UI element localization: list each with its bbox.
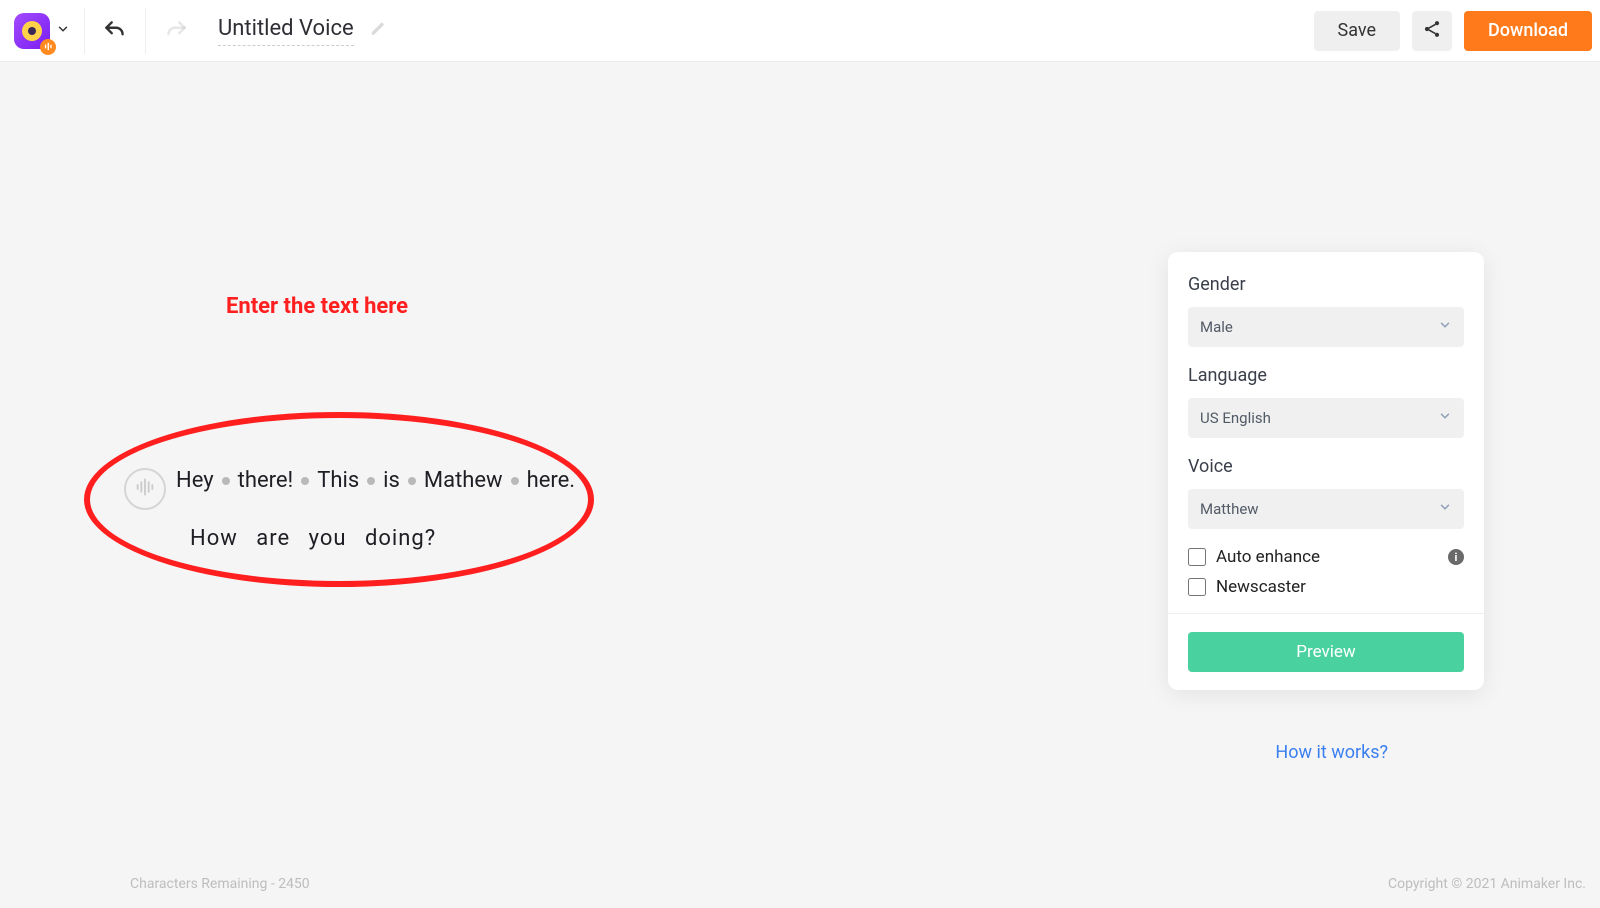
voice-label: Voice — [1188, 456, 1464, 477]
preview-button[interactable]: Preview — [1188, 632, 1464, 672]
gender-value: Male — [1200, 318, 1233, 336]
workspace: Enter the text here Hey there! This is M… — [0, 62, 1600, 908]
redo-button[interactable] — [154, 9, 198, 53]
chevron-down-icon — [1438, 500, 1452, 518]
text-line-1[interactable]: Hey there! This is Mathew here. — [176, 468, 575, 493]
share-button[interactable] — [1412, 11, 1452, 51]
pencil-icon[interactable] — [370, 21, 386, 41]
token: is — [383, 468, 400, 493]
language-select[interactable]: US English — [1188, 398, 1464, 438]
share-icon — [1422, 19, 1442, 43]
characters-remaining: Characters Remaining - 2450 — [130, 876, 310, 892]
app-logo[interactable] — [14, 13, 50, 49]
logo-menu-chevron[interactable] — [56, 21, 70, 40]
token: there! — [238, 468, 294, 493]
newscaster-checkbox[interactable] — [1188, 578, 1206, 596]
pause-dot[interactable] — [301, 477, 309, 485]
text-line-2[interactable]: How are you doing? — [190, 526, 436, 551]
project-title[interactable]: Untitled Voice — [218, 16, 354, 46]
pause-dot[interactable] — [408, 477, 416, 485]
gender-select[interactable]: Male — [1188, 307, 1464, 347]
waveform-icon — [134, 476, 156, 502]
newscaster-label: Newscaster — [1216, 577, 1306, 597]
undo-button[interactable] — [93, 9, 137, 53]
panel-separator — [1168, 613, 1484, 614]
chevron-down-icon — [1438, 318, 1452, 336]
voice-settings-panel: Gender Male Language US English Voice Ma… — [1168, 252, 1484, 690]
auto-enhance-label: Auto enhance — [1216, 547, 1320, 567]
chevron-down-icon — [1438, 409, 1452, 427]
auto-enhance-checkbox[interactable] — [1188, 548, 1206, 566]
play-line-button[interactable] — [124, 468, 166, 510]
info-icon[interactable]: i — [1448, 549, 1464, 565]
top-bar: Untitled Voice Save Download — [0, 0, 1600, 62]
separator — [145, 8, 146, 54]
copyright: Copyright © 2021 Animaker Inc. — [1388, 876, 1586, 892]
pause-dot[interactable] — [367, 477, 375, 485]
voice-select[interactable]: Matthew — [1188, 489, 1464, 529]
pause-dot[interactable] — [511, 477, 519, 485]
separator — [84, 8, 85, 54]
token: Mathew — [424, 468, 503, 493]
token: here. — [527, 468, 576, 493]
language-label: Language — [1188, 365, 1464, 386]
language-value: US English — [1200, 409, 1271, 427]
annotation-label: Enter the text here — [226, 294, 408, 319]
how-it-works-link[interactable]: How it works? — [1275, 742, 1388, 763]
token: This — [317, 468, 359, 493]
auto-enhance-row: Auto enhance i — [1188, 547, 1464, 567]
download-button[interactable]: Download — [1464, 11, 1592, 51]
pause-dot[interactable] — [222, 477, 230, 485]
voice-value: Matthew — [1200, 500, 1259, 518]
token: Hey — [176, 468, 214, 493]
text-entry-area[interactable]: Hey there! This is Mathew here. — [124, 468, 575, 510]
newscaster-row: Newscaster — [1188, 577, 1464, 597]
gender-label: Gender — [1188, 274, 1464, 295]
save-button[interactable]: Save — [1314, 11, 1401, 51]
